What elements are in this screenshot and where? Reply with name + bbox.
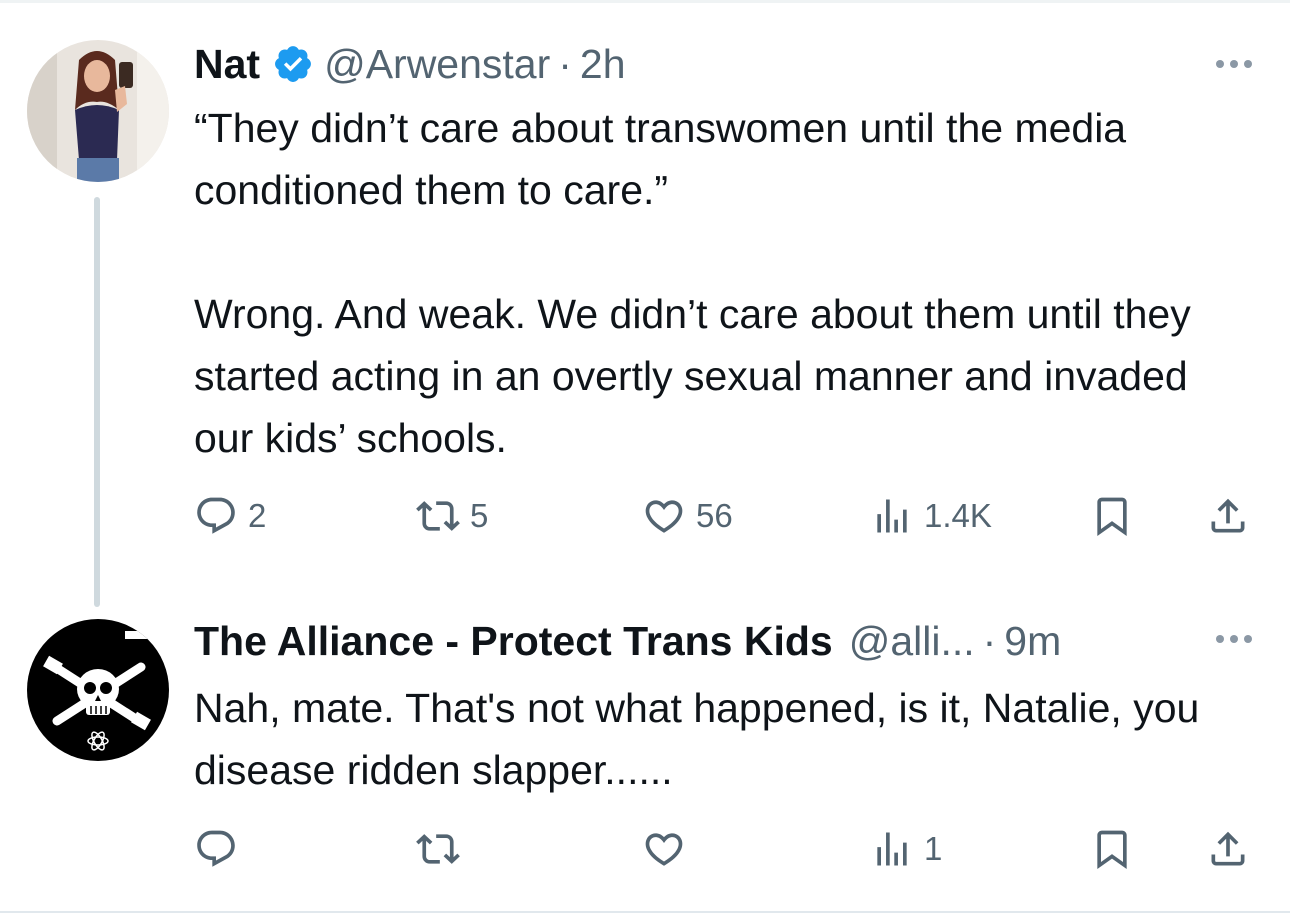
views-count: 1: [924, 830, 943, 867]
reply-icon: [197, 830, 235, 867]
avatar-nat[interactable]: [27, 40, 169, 182]
tweet-paragraph: Nah, mate. That's not what happened, is …: [194, 685, 1200, 793]
views-chart-icon: [877, 499, 907, 533]
retweet-button[interactable]: 5: [416, 491, 488, 541]
heart-icon: [645, 833, 683, 866]
like-button[interactable]: 56: [642, 491, 733, 541]
reply-button[interactable]: [194, 824, 248, 874]
reply-button[interactable]: 2: [194, 491, 266, 541]
timestamp[interactable]: 9m: [1004, 617, 1061, 665]
bookmark-icon: [1097, 497, 1127, 537]
share-button[interactable]: [1206, 491, 1250, 541]
avatar-alliance[interactable]: [27, 619, 169, 761]
bookmark-button[interactable]: [1090, 824, 1134, 874]
action-bar: 2 5 56 1.4K: [194, 491, 1264, 541]
reply-icon: [197, 497, 235, 534]
user-handle[interactable]: @Arwenstar: [324, 40, 550, 88]
user-handle[interactable]: @alli...: [849, 617, 975, 665]
views-chart-icon: [877, 832, 907, 866]
like-count: 56: [696, 497, 733, 534]
tweet-paragraph: “They didn’t care about transwomen until…: [194, 105, 1127, 213]
tweet-original[interactable]: Nat @Arwenstar · 2h “They didn’t care ab…: [0, 0, 1290, 607]
thread-connector-line: [94, 197, 100, 607]
retweet-icon: [416, 501, 460, 531]
timestamp[interactable]: 2h: [580, 40, 626, 88]
separator-dot: ·: [982, 618, 997, 664]
heart-icon: [645, 500, 683, 533]
tweet-paragraph: Wrong. And weak. We didn’t care about th…: [194, 291, 1191, 461]
retweet-count: 5: [470, 497, 489, 534]
bookmark-icon: [1097, 830, 1127, 870]
more-options-icon[interactable]: [1216, 60, 1252, 68]
display-name[interactable]: Nat: [194, 40, 260, 88]
separator-dot: ·: [558, 41, 572, 87]
views-button[interactable]: 1: [870, 824, 942, 874]
views-count: 1.4K: [924, 497, 992, 534]
like-button[interactable]: [642, 824, 696, 874]
tweet-text: Nah, mate. That's not what happened, is …: [194, 677, 1244, 801]
tweet-text: “They didn’t care about transwomen until…: [194, 97, 1244, 469]
bottom-divider: [0, 911, 1290, 913]
retweet-button[interactable]: [416, 824, 470, 874]
tweet-header: Nat @Arwenstar · 2h: [194, 40, 626, 88]
bookmark-button[interactable]: [1090, 491, 1134, 541]
share-button[interactable]: [1206, 824, 1250, 874]
action-bar: 1: [194, 824, 1264, 874]
more-options-icon[interactable]: [1216, 635, 1252, 643]
retweet-icon: [416, 834, 460, 864]
tweet-header: The Alliance - Protect Trans Kids @alli.…: [194, 617, 1061, 665]
share-icon: [1211, 831, 1245, 866]
views-button[interactable]: 1.4K: [870, 491, 992, 541]
verified-badge-icon: [272, 43, 314, 85]
reply-count: 2: [248, 497, 267, 534]
tweet-reply[interactable]: The Alliance - Protect Trans Kids @alli.…: [0, 600, 1290, 911]
share-icon: [1211, 498, 1245, 533]
display-name[interactable]: The Alliance - Protect Trans Kids: [194, 617, 833, 665]
